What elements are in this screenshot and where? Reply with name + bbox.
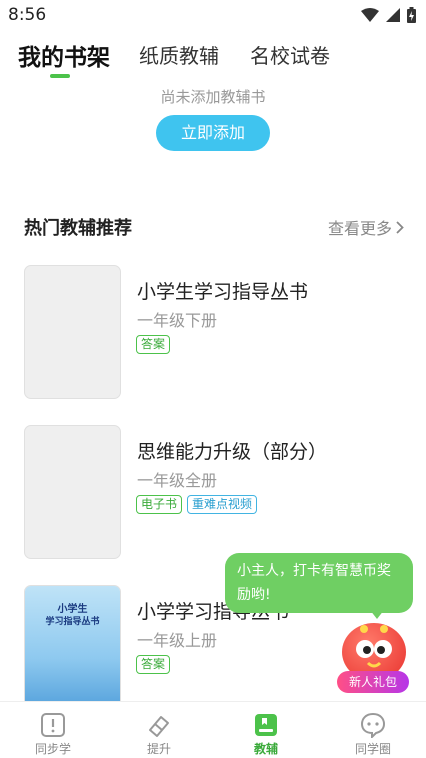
view-more-link[interactable]: 查看更多 (328, 215, 404, 239)
book-title: 小学生学习指导丛书 (137, 281, 309, 303)
checkin-tip-bubble[interactable]: 小主人，打卡有智慧币奖励哟! (225, 553, 413, 613)
book-title: 思维能力升级（部分） (137, 441, 328, 463)
eraser-icon (149, 716, 169, 737)
book-grade: 一年级上册 (137, 631, 218, 650)
book-grade: 一年级全册 (137, 471, 218, 490)
book-grade: 一年级下册 (137, 311, 218, 330)
nav-label: 提升 (146, 742, 171, 756)
book-cover[interactable] (24, 265, 121, 399)
nav-label: 同学圈 (354, 742, 391, 756)
tab-paper-books[interactable]: 纸质教辅 (139, 40, 219, 69)
answer-tag: 答案 (136, 335, 171, 354)
wifi-icon (361, 8, 379, 22)
book-cover[interactable]: 小学生 学习指导丛书 (24, 585, 121, 719)
bookmark-book-icon (255, 714, 277, 736)
nav-sync-study[interactable]: 同步学 (0, 702, 106, 758)
ebook-tag: 电子书 (136, 495, 183, 514)
tab-exam-papers[interactable]: 名校试卷 (250, 40, 330, 69)
book-alert-icon (41, 713, 65, 737)
signal-icon (386, 8, 400, 22)
status-time: 8:56 (8, 5, 47, 25)
chat-face-icon (360, 712, 386, 738)
book-item[interactable]: 思维能力升级（部分） 一年级全册 电子书 重难点视频 (0, 425, 426, 565)
cover-title-line1: 小学生 (57, 604, 88, 615)
top-tabs: 我的书架 纸质教辅 名校试卷 (0, 36, 426, 80)
answer-tag: 答案 (136, 655, 171, 674)
key-video-tag: 重难点视频 (187, 495, 258, 514)
nav-tutoring-books[interactable]: 教辅 (213, 702, 319, 758)
active-tab-indicator (50, 74, 70, 78)
book-tags: 答案 (136, 655, 171, 674)
battery-icon (407, 7, 416, 23)
status-bar: 8:56 (0, 0, 426, 30)
nav-label: 同步学 (34, 742, 71, 756)
view-more-label: 查看更多 (327, 219, 392, 238)
book-cover-art: 小学生 学习指导丛书 (25, 586, 120, 718)
new-user-gift-button[interactable]: 新人礼包 (337, 671, 409, 693)
cover-title-line2: 学习指导丛书 (45, 617, 100, 627)
add-now-button[interactable]: 立即添加 (156, 115, 270, 151)
chevron-right-icon (396, 220, 404, 234)
book-tags: 电子书 重难点视频 (136, 495, 258, 514)
bottom-nav: 同步学 提升 教辅 同学圈 (0, 701, 426, 758)
section-title: 热门教辅推荐 (24, 218, 132, 239)
book-cover[interactable] (24, 425, 121, 559)
nav-label: 教辅 (253, 742, 278, 756)
bubble-tail (370, 610, 384, 619)
book-tags: 答案 (136, 335, 171, 354)
tab-my-bookshelf[interactable]: 我的书架 (18, 38, 110, 72)
nav-classmates[interactable]: 同学圈 (320, 702, 426, 758)
status-icons (361, 7, 416, 23)
empty-shelf-text: 尚未添加教辅书 (160, 88, 266, 106)
nav-improve[interactable]: 提升 (106, 702, 212, 758)
book-item[interactable]: 小学生学习指导丛书 一年级下册 答案 (0, 265, 426, 405)
